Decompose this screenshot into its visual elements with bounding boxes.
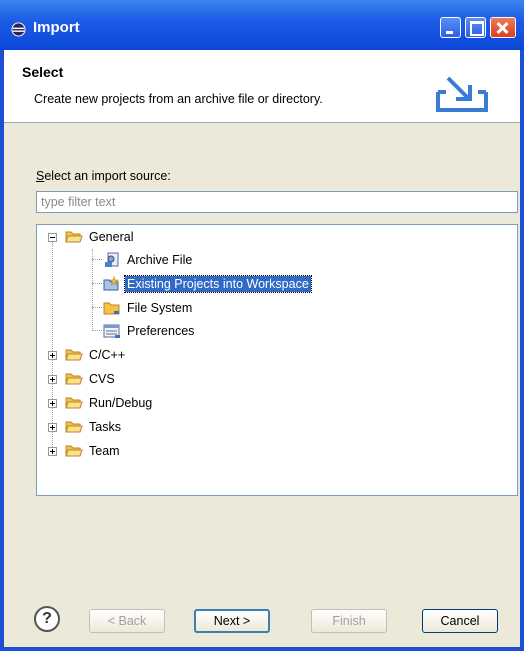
tree-item-general[interactable]: General (65, 227, 135, 247)
tree-item-label: Tasks (89, 420, 121, 434)
minimize-button[interactable] (440, 17, 461, 38)
folder-open-icon (65, 397, 83, 409)
tree-item-team[interactable]: Team (65, 441, 122, 461)
tree-item-label: General (89, 230, 134, 244)
page-description: Create new projects from an archive file… (34, 92, 323, 106)
import-dialog: Import Select Create new projects from a… (0, 0, 524, 651)
folder-open-icon (65, 349, 83, 361)
tree-item-label: Run/Debug (89, 396, 153, 410)
wizard-body: Select an import source: General (4, 123, 520, 647)
back-button[interactable]: < Back (89, 609, 165, 633)
tree-item-label: C/C++ (89, 348, 126, 362)
wizard-header: Select Create new projects from an archi… (4, 50, 520, 123)
import-source-tree[interactable]: General Archive File Existing Projects i… (36, 224, 518, 496)
tree-item-existing-projects[interactable]: Existing Projects into Workspace (103, 274, 312, 294)
expand-toggle[interactable] (48, 399, 57, 408)
tree-item-cpp[interactable]: C/C++ (65, 345, 127, 365)
folder-open-icon (65, 445, 83, 457)
preferences-icon (103, 324, 120, 338)
tree-item-cvs[interactable]: CVS (65, 369, 117, 389)
folder-open-icon (65, 421, 83, 433)
filter-input[interactable] (36, 191, 518, 213)
expand-toggle[interactable] (48, 423, 57, 432)
maximize-button[interactable] (465, 17, 486, 38)
finish-button[interactable]: Finish (311, 609, 387, 633)
import-wizard-icon (436, 76, 488, 112)
existing-projects-icon (103, 276, 119, 291)
tree-item-file-system[interactable]: File System (103, 298, 194, 318)
tree-item-label: Team (89, 444, 120, 458)
tree-connector (92, 259, 102, 260)
tree-item-run-debug[interactable]: Run/Debug (65, 393, 154, 413)
tree-item-label: Archive File (127, 253, 193, 267)
tree-connector (92, 307, 102, 308)
tree-item-label: Existing Projects into Workspace (124, 275, 312, 293)
import-source-label-rest: elect an import source: (44, 169, 171, 183)
tree-item-label: File System (127, 301, 193, 315)
tree-item-archive-file[interactable]: Archive File (103, 250, 194, 270)
help-button[interactable]: ? (34, 606, 60, 632)
tree-connector (92, 283, 102, 284)
expand-toggle[interactable] (48, 375, 57, 384)
folder-open-icon (65, 373, 83, 385)
tree-item-label: Preferences (127, 324, 195, 338)
archive-file-icon (105, 252, 119, 267)
next-button[interactable]: Next > (194, 609, 270, 633)
folder-icon (103, 302, 120, 315)
page-title: Select (22, 64, 64, 80)
collapse-toggle[interactable] (48, 233, 57, 242)
window-title: Import (33, 19, 80, 36)
eclipse-icon (11, 22, 26, 37)
folder-open-icon (65, 231, 83, 243)
import-source-label: Select an import source: (36, 169, 171, 183)
close-button[interactable] (490, 17, 516, 38)
tree-item-label: CVS (89, 372, 115, 386)
tree-connector (92, 330, 102, 331)
title-bar[interactable]: Import (0, 0, 524, 50)
expand-toggle[interactable] (48, 447, 57, 456)
tree-item-tasks[interactable]: Tasks (65, 417, 123, 437)
cancel-button[interactable]: Cancel (422, 609, 498, 633)
expand-toggle[interactable] (48, 351, 57, 360)
tree-connector (92, 249, 93, 329)
tree-item-preferences[interactable]: Preferences (103, 321, 196, 341)
